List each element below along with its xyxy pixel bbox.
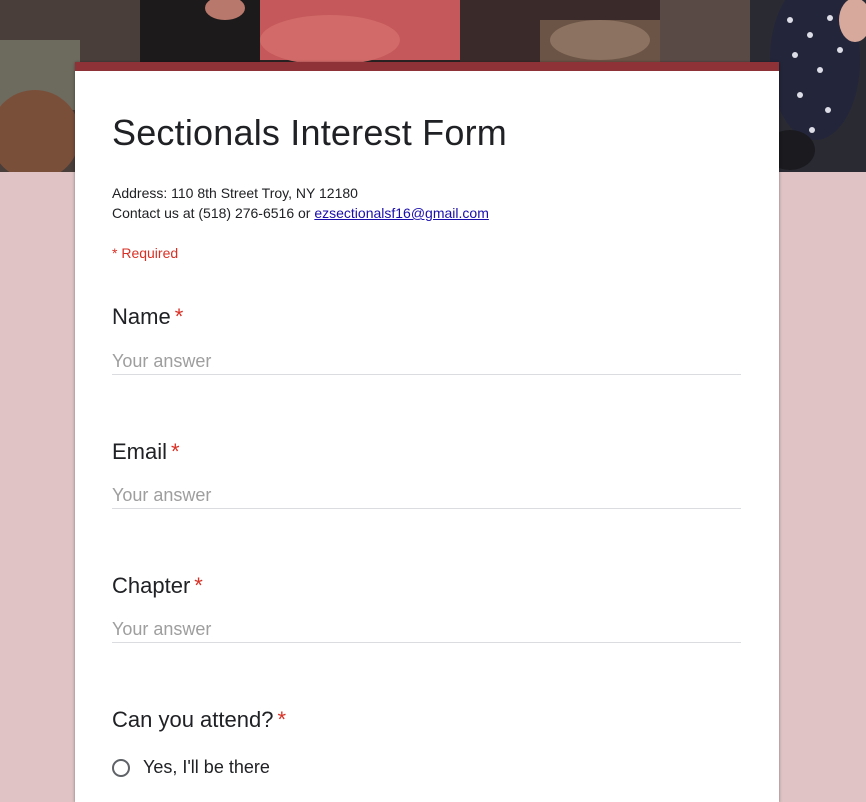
contact-text: Contact us at (518) 276-6516 or <box>112 205 315 221</box>
question-label: Name * <box>112 304 741 330</box>
question-label-text: Chapter <box>112 573 191 598</box>
radio-option-yes[interactable]: Yes, I'll be there <box>112 757 270 778</box>
question-label-text: Can you attend? <box>112 707 274 732</box>
required-asterisk: * <box>174 304 184 329</box>
question-label-text: Email <box>112 439 168 464</box>
form-title: Sectionals Interest Form <box>112 112 507 153</box>
required-asterisk: * <box>171 439 180 464</box>
question-label: Email * <box>112 439 741 465</box>
email-input[interactable] <box>112 482 741 509</box>
question-attendance: Can you attend? * Yes, I'll be there <box>112 707 741 777</box>
chapter-input[interactable] <box>112 616 741 643</box>
required-note: * Required <box>112 245 179 261</box>
form-card: Sectionals Interest Form Address: 110 8t… <box>75 62 779 802</box>
required-asterisk: * <box>277 707 287 732</box>
required-asterisk: * <box>194 573 203 598</box>
question-name: Name * <box>112 304 741 375</box>
name-input[interactable] <box>112 348 741 375</box>
form-description: Address: 110 8th Street Troy, NY 12180 C… <box>112 183 489 223</box>
radio-option-label: Yes, I'll be there <box>143 757 270 777</box>
question-chapter: Chapter * <box>112 573 741 643</box>
radio-button-icon[interactable] <box>112 758 130 777</box>
question-label: Can you attend? * <box>112 707 741 733</box>
card-accent-bar <box>75 62 779 71</box>
address-text: Address: 110 8th Street Troy, NY 12180 <box>112 185 358 201</box>
contact-line: Contact us at (518) 276-6516 or ezsectio… <box>112 203 489 223</box>
question-email: Email * <box>112 439 741 509</box>
question-label-text: Name <box>112 304 171 329</box>
contact-email-link[interactable]: ezsectionalsf16@gmail.com <box>314 205 489 221</box>
question-label: Chapter * <box>112 573 741 599</box>
